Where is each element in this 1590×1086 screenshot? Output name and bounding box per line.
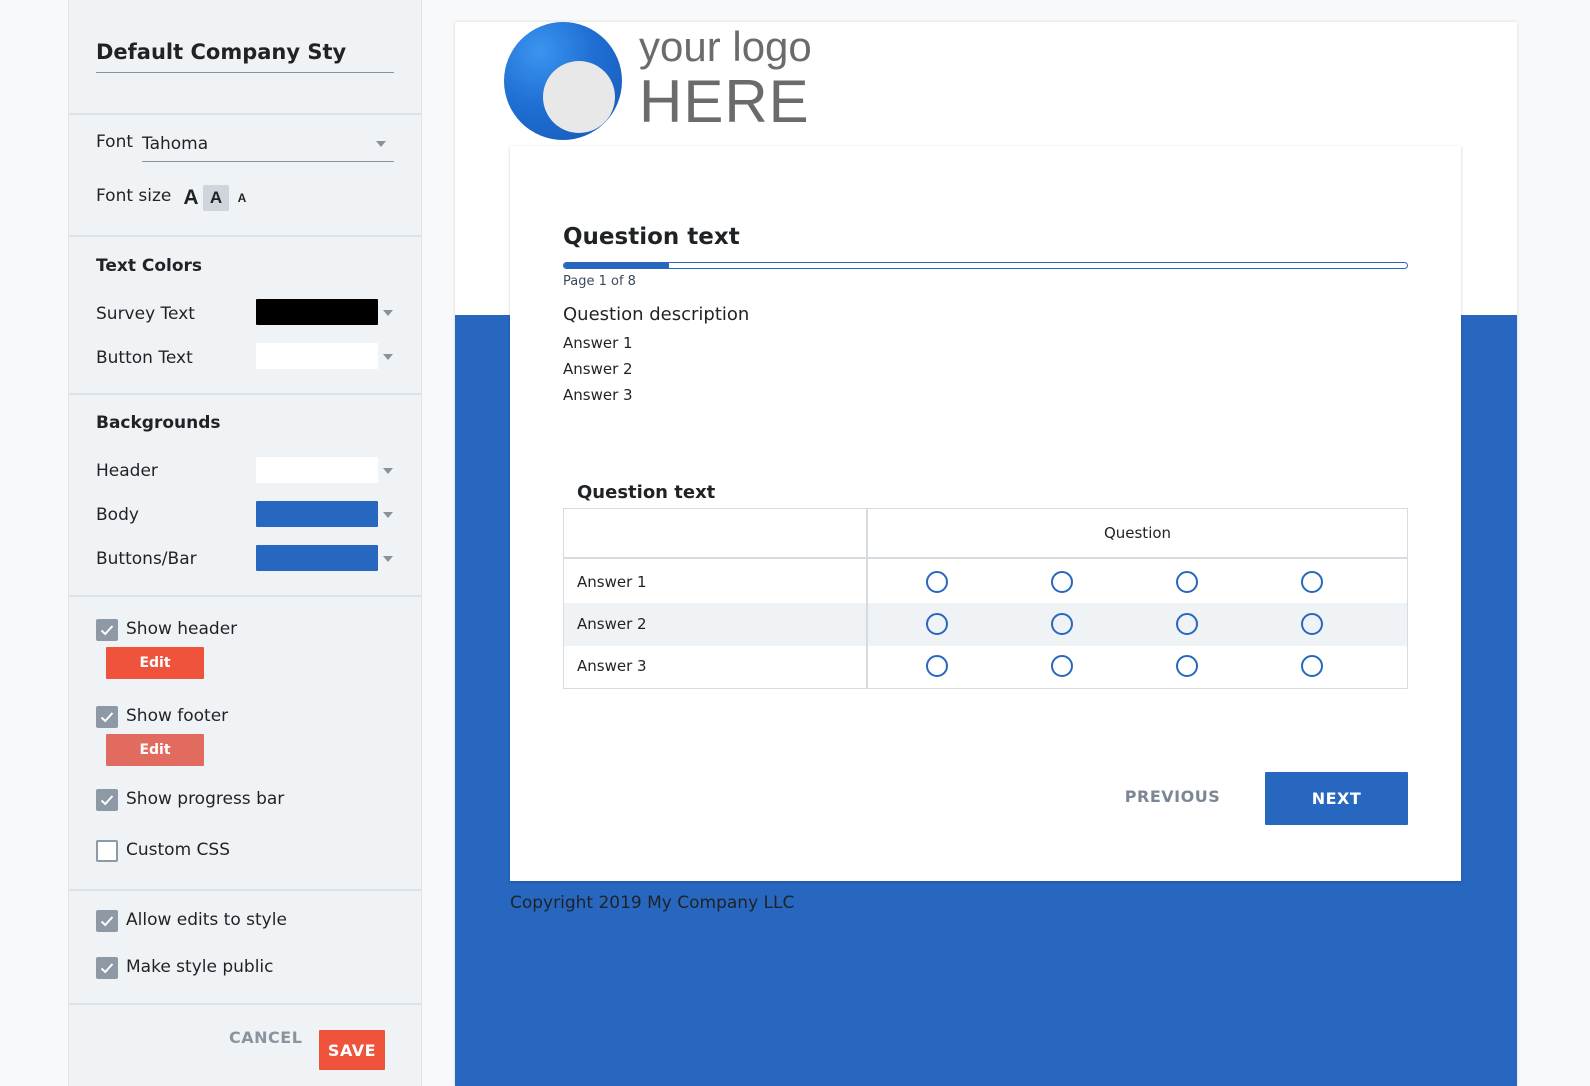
body-bg-label: Body	[96, 505, 139, 525]
edit-footer-button[interactable]: Edit	[106, 734, 204, 766]
checkmark-icon	[100, 712, 114, 723]
page-indicator: Page 1 of 8	[563, 274, 636, 289]
font-size-options: A A A	[179, 185, 253, 211]
font-label: Font	[96, 132, 134, 152]
allow-edits-checkbox[interactable]	[96, 910, 118, 932]
font-select-value: Tahoma	[142, 134, 209, 154]
checkmark-icon	[100, 963, 114, 974]
footer-copyright: Copyright 2019 My Company LLC	[510, 893, 795, 913]
radio-button[interactable]	[926, 613, 948, 635]
matrix-row-label: Answer 2	[577, 615, 647, 633]
font-size-small-button[interactable]: A	[231, 185, 253, 211]
cancel-button[interactable]: CANCEL	[229, 1028, 302, 1047]
chevron-down-icon	[376, 141, 386, 147]
answer-option[interactable]: Answer 1	[563, 334, 633, 352]
custom-css-label: Custom CSS	[126, 840, 230, 860]
text-colors-section: Text Colors Survey Text Button Text	[69, 237, 421, 395]
matrix-row: Answer 3	[564, 645, 1407, 688]
matrix-row-label: Answer 1	[577, 573, 647, 591]
header-bg-label: Header	[96, 461, 158, 481]
text-colors-heading: Text Colors	[96, 256, 203, 276]
logo-circle-inner	[543, 61, 615, 133]
font-size-label: Font size	[96, 186, 172, 206]
make-public-checkbox[interactable]	[96, 957, 118, 979]
radio-button[interactable]	[1051, 613, 1073, 635]
logo-text-line2: HERE	[639, 68, 810, 135]
progress-bar	[563, 262, 1408, 269]
radio-button[interactable]	[1301, 655, 1323, 677]
chevron-down-icon[interactable]	[383, 512, 393, 518]
radio-button[interactable]	[1301, 613, 1323, 635]
make-public-label: Make style public	[126, 957, 274, 977]
question-description: Question description	[563, 304, 750, 325]
edit-header-button[interactable]: Edit	[106, 647, 204, 679]
backgrounds-section: Backgrounds Header Body Buttons/Bar	[69, 395, 421, 597]
font-size-medium-button[interactable]: A	[203, 185, 229, 211]
header-bg-color-swatch[interactable]	[256, 457, 378, 483]
checkmark-icon	[100, 795, 114, 806]
radio-button[interactable]	[926, 655, 948, 677]
font-section: Font Tahoma Font size A A A	[69, 115, 421, 237]
display-options-section: Show header Edit Show footer Edit Show p…	[69, 597, 421, 891]
radio-button[interactable]	[1176, 655, 1198, 677]
matrix-grid: Question Answer 1 Answer 2 Answer 3	[563, 508, 1408, 689]
buttons-bar-color-swatch[interactable]	[256, 545, 378, 571]
next-button[interactable]: NEXT	[1265, 772, 1408, 825]
radio-button[interactable]	[1176, 613, 1198, 635]
radio-button[interactable]	[926, 571, 948, 593]
chevron-down-icon[interactable]	[383, 468, 393, 474]
show-progress-label: Show progress bar	[126, 789, 285, 809]
save-button[interactable]: SAVE	[319, 1030, 385, 1070]
matrix-column-header: Question	[1103, 524, 1172, 542]
chevron-down-icon[interactable]	[383, 354, 393, 360]
question-card: Question text Page 1 of 8 Question descr…	[510, 146, 1461, 881]
radio-button[interactable]	[1176, 571, 1198, 593]
body-bg-color-swatch[interactable]	[256, 501, 378, 527]
show-header-label: Show header	[126, 619, 238, 639]
style-editor-sidebar: Default Company Sty Font Tahoma Font siz…	[68, 0, 422, 1086]
chevron-down-icon[interactable]	[383, 556, 393, 562]
checkmark-icon	[100, 916, 114, 927]
font-select[interactable]: Tahoma	[142, 130, 394, 162]
button-text-label: Button Text	[96, 348, 193, 368]
progress-bar-fill	[564, 263, 670, 268]
matrix-row: Answer 2	[564, 603, 1407, 646]
show-footer-checkbox[interactable]	[96, 706, 118, 728]
answer-option[interactable]: Answer 2	[563, 360, 633, 378]
show-footer-label: Show footer	[126, 706, 229, 726]
backgrounds-heading: Backgrounds	[96, 413, 221, 433]
style-name-input[interactable]: Default Company Sty	[96, 40, 394, 73]
matrix-question-title: Question text	[577, 482, 716, 503]
show-header-checkbox[interactable]	[96, 619, 118, 641]
style-name-section: Default Company Sty	[69, 0, 421, 115]
custom-css-checkbox[interactable]	[96, 840, 118, 862]
company-logo: your logo HERE	[504, 22, 814, 140]
survey-preview: your logo HERE Question text Page 1 of 8…	[455, 22, 1517, 1086]
matrix-divider	[866, 509, 868, 688]
radio-button[interactable]	[1051, 571, 1073, 593]
button-text-color-swatch[interactable]	[256, 343, 378, 369]
chevron-down-icon[interactable]	[383, 310, 393, 316]
allow-edits-label: Allow edits to style	[126, 910, 287, 930]
survey-text-color-swatch[interactable]	[256, 299, 378, 325]
sharing-options-section: Allow edits to style Make style public	[69, 891, 421, 1005]
show-progress-checkbox[interactable]	[96, 789, 118, 811]
logo-text-line1: your logo	[639, 23, 812, 70]
radio-button[interactable]	[1051, 655, 1073, 677]
question-title: Question text	[563, 224, 740, 250]
matrix-row: Answer 1	[564, 561, 1407, 604]
buttons-bar-bg-label: Buttons/Bar	[96, 549, 197, 569]
font-size-large-button[interactable]: A	[179, 185, 203, 211]
matrix-row-label: Answer 3	[577, 657, 647, 675]
radio-button[interactable]	[1301, 571, 1323, 593]
previous-button[interactable]: PREVIOUS	[1120, 780, 1225, 812]
survey-text-label: Survey Text	[96, 304, 195, 324]
matrix-header-row: Question	[564, 509, 1407, 559]
checkmark-icon	[100, 625, 114, 636]
answer-option[interactable]: Answer 3	[563, 386, 633, 404]
